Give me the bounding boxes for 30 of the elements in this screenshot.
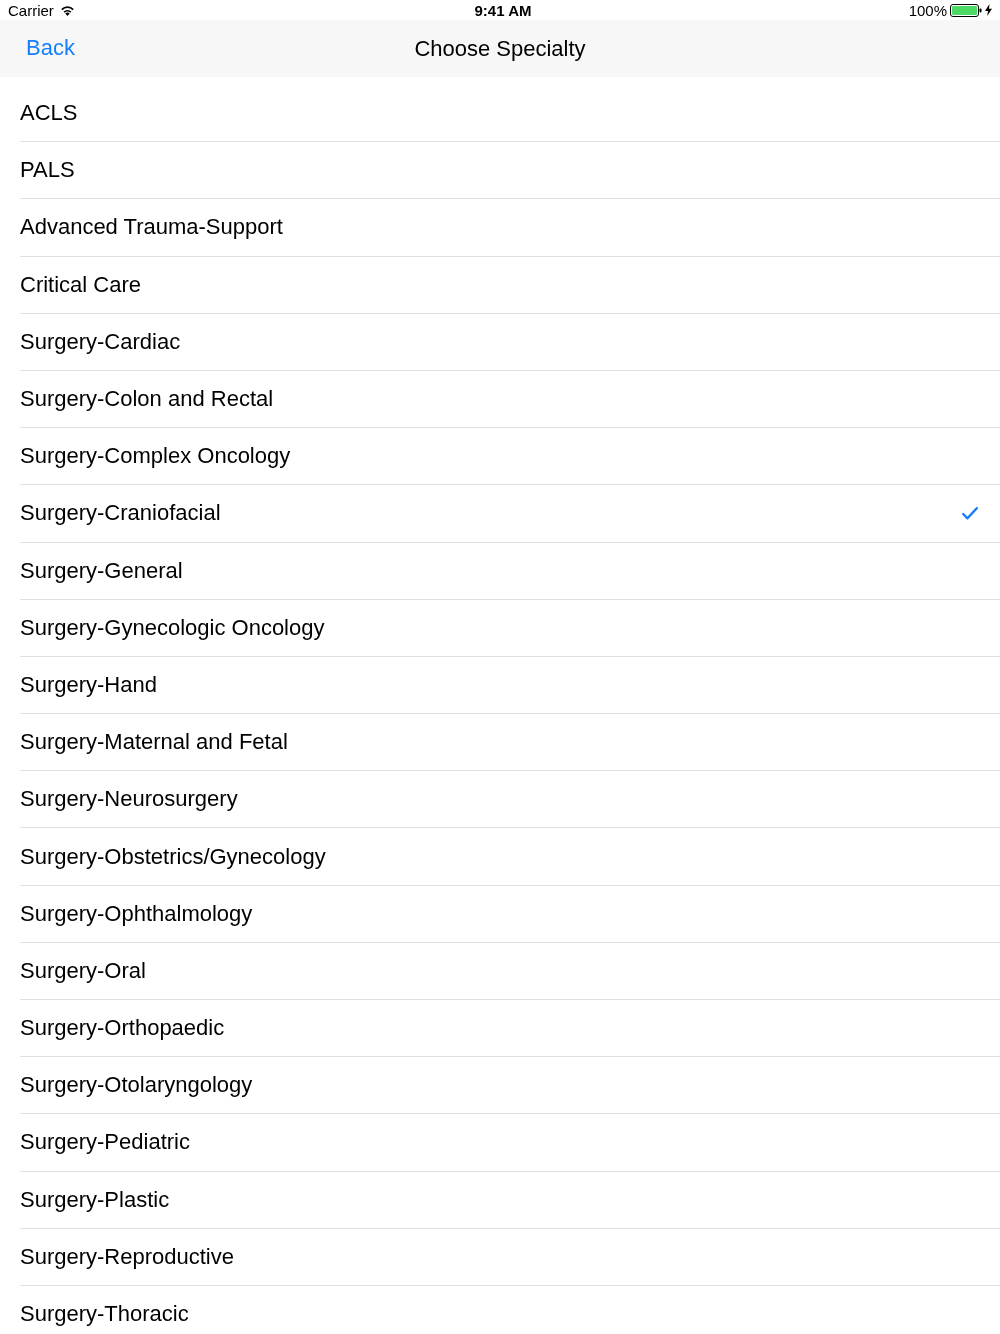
wifi-icon	[59, 4, 75, 16]
specialty-list-item[interactable]: PALS	[20, 142, 1000, 200]
charging-bolt-icon	[985, 4, 992, 16]
specialty-list-item[interactable]: Surgery-Ophthalmology	[20, 885, 1000, 943]
specialty-list-item[interactable]: Surgery-Obstetrics/Gynecology	[20, 828, 1000, 886]
specialty-list-item[interactable]: Surgery-Otolaryngology	[20, 1057, 1000, 1115]
screen-title: Choose Specialty	[414, 35, 586, 62]
specialty-list-item[interactable]: Surgery-Thoracic	[20, 1285, 1000, 1334]
specialty-list-item[interactable]: Surgery-Neurosurgery	[20, 771, 1000, 829]
specialty-list-item[interactable]: Surgery-Orthopaedic	[20, 1000, 1000, 1058]
specialty-list-item[interactable]: Surgery-Complex Oncology	[20, 428, 1000, 486]
specialty-list-item[interactable]: Surgery-Pediatric	[20, 1114, 1000, 1172]
specialty-list-item[interactable]: Surgery-Cardiac	[20, 313, 1000, 371]
clock-time: 9:41 AM	[473, 1, 532, 19]
specialty-list-item[interactable]: Surgery-Gynecologic Oncology	[20, 599, 1000, 657]
specialty-list-item[interactable]: Surgery-Oral	[20, 942, 1000, 1000]
specialty-list-item[interactable]: Surgery-Colon and Rectal	[20, 370, 1000, 429]
battery-icon	[950, 3, 982, 17]
specialty-list-item[interactable]: Surgery-General	[20, 542, 1000, 600]
battery-percentage: 100%	[908, 1, 947, 19]
specialty-list-item[interactable]: Advanced Trauma-Support	[20, 199, 1000, 257]
specialty-list-item[interactable]: Surgery-Plastic	[20, 1171, 1000, 1229]
specialty-list-item[interactable]: ACLS	[20, 85, 1000, 143]
specialty-list-item[interactable]: Surgery-Craniofacial	[20, 485, 1000, 543]
specialty-list-item[interactable]: Surgery-Hand	[20, 656, 1000, 715]
back-button[interactable]: Back	[16, 29, 85, 67]
specialty-list-item[interactable]: Critical Care	[20, 256, 1000, 314]
specialty-list-item[interactable]: Surgery-Maternal and Fetal	[20, 714, 1000, 772]
specialty-list-item[interactable]: Surgery-Reproductive	[20, 1228, 1000, 1286]
carrier-name: Carrier	[8, 1, 54, 19]
